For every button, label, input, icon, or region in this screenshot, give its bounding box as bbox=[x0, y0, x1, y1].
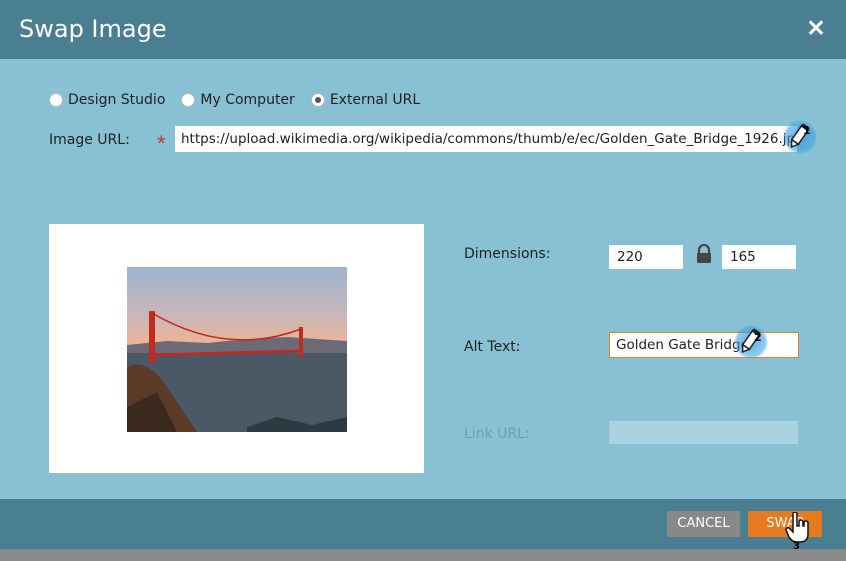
dialog-title: Swap Image bbox=[19, 15, 167, 43]
background-page-strip bbox=[0, 549, 846, 561]
radio-label: Design Studio bbox=[68, 92, 166, 108]
dialog-titlebar: Swap Image ✕ bbox=[0, 0, 846, 59]
radio-label: External URL bbox=[329, 92, 421, 108]
radio-design-studio[interactable]: Design Studio bbox=[49, 92, 165, 108]
alt-text-label: Alt Text: bbox=[464, 339, 521, 355]
radio-button-selected[interactable] bbox=[310, 93, 325, 107]
step-number: 1 bbox=[803, 124, 811, 137]
width-input[interactable]: 220 bbox=[609, 245, 683, 269]
step-number: 2 bbox=[754, 331, 762, 344]
link-url-input[interactable] bbox=[609, 421, 798, 444]
link-url-label: Link URL: bbox=[464, 426, 530, 442]
radio-external-url[interactable]: External URL bbox=[310, 92, 421, 108]
cancel-button[interactable]: CANCEL bbox=[667, 511, 740, 537]
dialog-footer: CANCEL SWAP 3 bbox=[0, 499, 846, 552]
radio-my-computer[interactable]: My Computer bbox=[181, 92, 295, 108]
pencil-icon bbox=[741, 328, 761, 354]
close-icon[interactable]: ✕ bbox=[804, 15, 828, 41]
dimensions-label: Dimensions: bbox=[464, 246, 551, 262]
step-marker-2: 2 bbox=[734, 325, 768, 359]
image-url-label: Image URL: bbox=[49, 132, 130, 148]
radio-label: My Computer bbox=[200, 92, 295, 108]
image-url-input[interactable]: https://upload.wikimedia.org/wikipedia/c… bbox=[175, 126, 797, 152]
golden-gate-photo bbox=[127, 267, 347, 432]
lock-icon[interactable] bbox=[695, 244, 713, 264]
image-preview bbox=[49, 224, 424, 473]
alt-text-input[interactable]: Golden Gate Bridge bbox=[609, 332, 799, 358]
height-input[interactable]: 165 bbox=[722, 245, 796, 269]
required-marker: * bbox=[157, 131, 166, 156]
source-radio-group: Design Studio My Computer External URL bbox=[49, 92, 420, 108]
step-marker-1: 1 bbox=[783, 120, 817, 154]
swap-image-dialog: Swap Image ✕ Design Studio My Computer E… bbox=[0, 0, 846, 561]
radio-button[interactable] bbox=[181, 93, 196, 107]
radio-button[interactable] bbox=[49, 93, 63, 107]
dialog-body: Design Studio My Computer External URL I… bbox=[0, 59, 846, 499]
pencil-icon bbox=[790, 123, 810, 149]
